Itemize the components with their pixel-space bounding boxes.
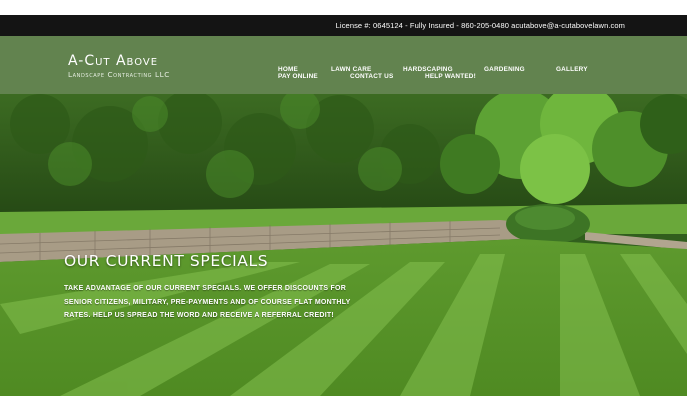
logo-subtitle: Landscape Contracting LLC xyxy=(68,70,170,79)
nav-gardening[interactable]: GARDENING xyxy=(484,66,525,73)
logo-title[interactable]: A-Cut Above xyxy=(68,53,158,69)
nav-lawn-care[interactable]: LAWN CARE xyxy=(331,66,372,73)
specials-heading: OUR CURRENT SPECIALS xyxy=(64,252,269,270)
hero-banner: OUR CURRENT SPECIALS TAKE ADVANTAGE OF O… xyxy=(0,94,687,396)
top-info-bar: License #: 0645124 - Fully Insured - 860… xyxy=(0,15,687,36)
nav-contact-us[interactable]: CONTACT US xyxy=(350,73,393,80)
specials-description: TAKE ADVANTAGE OF OUR CURRENT SPECIALS. … xyxy=(64,285,351,319)
nav-pay-online[interactable]: PAY ONLINE xyxy=(278,73,318,80)
site-header: A-Cut Above Landscape Contracting LLC HO… xyxy=(0,36,687,94)
nav-home[interactable]: HOME xyxy=(278,66,298,73)
nav-hardscaping[interactable]: HARDSCAPING xyxy=(403,66,453,73)
contact-info-text: License #: 0645124 - Fully Insured - 860… xyxy=(335,21,625,30)
nav-help-wanted[interactable]: HELP WANTED! xyxy=(425,73,476,80)
nav-gallery[interactable]: GALLERY xyxy=(556,66,588,73)
hero-lawn-image xyxy=(0,94,687,396)
